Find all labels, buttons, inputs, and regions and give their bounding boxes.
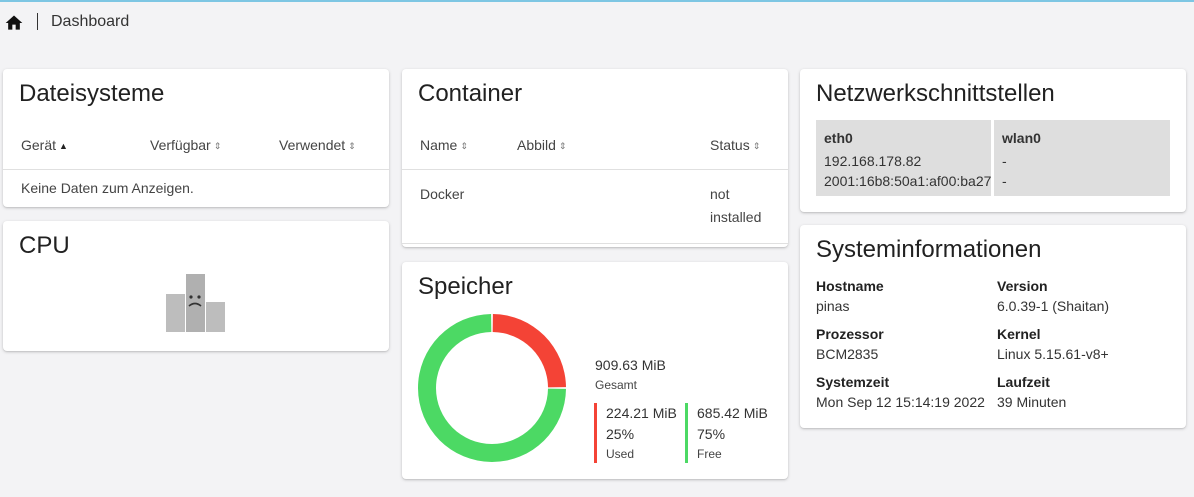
version-label: Version [997,278,1048,294]
systemtime-value: Mon Sep 12 15:14:19 2022 [816,394,985,410]
divider [402,169,788,170]
filesystems-card: Dateisysteme Gerät ▲ Verfügbar ⇕ Verwendet… [3,69,389,207]
sort-icon: ⇕ [558,141,567,151]
cpu-card: CPU [3,221,389,351]
sort-asc-icon: ▲ [59,141,68,151]
no-data-icon [166,274,225,332]
sysinfo-card: Systeminformationen Hostname pinas Versi… [800,225,1186,428]
empty-table-message: Keine Daten zum Anzeigen. [21,180,194,196]
container-status: not installed [710,186,762,225]
memory-free-value: 685.42 MiB [697,405,768,421]
kernel-label: Kernel [997,326,1041,342]
sort-icon: ⇕ [460,141,468,151]
processor-value: BCM2835 [816,346,879,362]
home-icon[interactable] [4,13,24,33]
column-header-status[interactable]: Status ⇕ [710,137,760,153]
breadcrumb-bar: Dashboard [0,2,1194,42]
uptime-value: 39 Minuten [997,394,1067,410]
filesystems-title: Dateisysteme [19,80,165,107]
interface-ipv6: 2001:16b8:50a1:af00:ba27 [824,173,991,189]
interface-ipv6: - [1002,173,1007,189]
network-title: Netzwerkschnittstellen [816,80,1055,107]
memory-card: Speicher 909.63 MiB Gesamt 224.21 MiB 25… [402,262,788,479]
memory-used-value: 224.21 MiB [606,405,677,421]
hostname-value: pinas [816,298,850,314]
hostname-label: Hostname [816,278,884,294]
column-header-device[interactable]: Gerät ▲ [21,137,68,153]
interface-name: eth0 [824,130,853,146]
memory-title: Speicher [418,273,513,300]
memory-used-percent: 25% [606,426,635,442]
sysinfo-title: Systeminformationen [816,236,1042,263]
kernel-value: Linux 5.15.61-v8+ [997,346,1109,362]
sort-icon: ⇕ [348,141,356,151]
interface-eth0: eth0 192.168.178.82 2001:16b8:50a1:af00:… [816,120,991,196]
divider [402,243,788,244]
network-card: Netzwerkschnittstellen eth0 192.168.178.… [800,69,1186,212]
cpu-title: CPU [19,232,70,259]
containers-card: Container Name ⇕ Abbild ⇕ Status ⇕ Docker n… [402,69,788,247]
sort-icon: ⇕ [752,141,761,151]
version-value: 6.0.39-1 (Shaitan) [997,298,1110,314]
memory-total-label: Gesamt [595,378,638,392]
memory-total-value: 909.63 MiB [595,357,666,373]
free-indicator-bar [685,403,688,463]
interface-ipv4: - [1002,153,1007,169]
container-name: Docker [420,186,465,202]
memory-free-label: Free [697,447,722,461]
memory-free-percent: 75% [697,426,726,442]
sort-icon: ⇕ [213,141,222,151]
column-header-available[interactable]: Verfügbar ⇕ [150,137,221,153]
uptime-label: Laufzeit [997,374,1050,390]
donut-segment-used [492,314,566,388]
breadcrumb-separator [37,13,38,30]
column-header-name[interactable]: Name ⇕ [420,137,468,153]
interface-name: wlan0 [1002,130,1041,146]
interface-ipv4: 192.168.178.82 [824,153,922,169]
processor-label: Prozessor [816,326,884,342]
column-header-used[interactable]: Verwendet ⇕ [279,137,356,153]
systemtime-label: Systemzeit [816,374,890,390]
interface-wlan0: wlan0 - - [994,120,1170,196]
memory-used-label: Used [606,447,635,461]
divider [3,169,389,170]
used-indicator-bar [594,403,597,463]
column-header-image[interactable]: Abbild ⇕ [517,137,566,153]
containers-title: Container [418,80,523,107]
breadcrumb-current: Dashboard [51,13,130,30]
memory-donut-chart [418,314,566,462]
